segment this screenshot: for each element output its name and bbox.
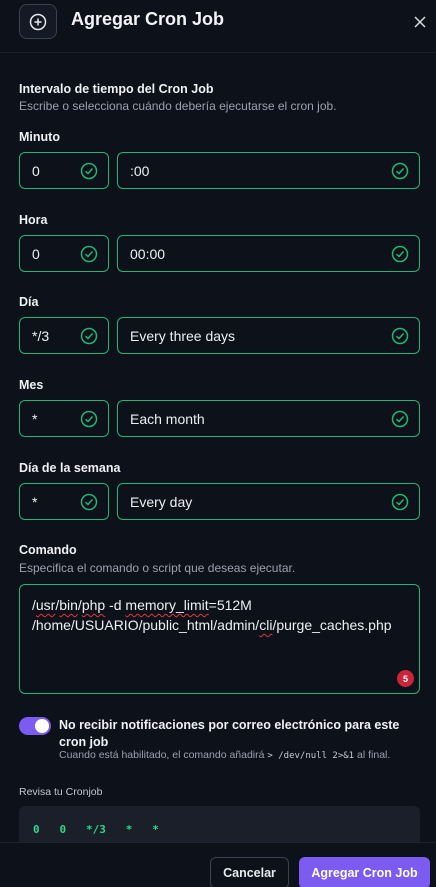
hour-label: Hora	[19, 213, 48, 227]
check-circle-icon	[391, 162, 409, 180]
weekday-input[interactable]: *	[19, 483, 109, 520]
check-circle-icon	[80, 327, 98, 345]
check-circle-icon	[80, 493, 98, 511]
command-textarea[interactable]: /usr/bin/php -d memory_limit=512M /home/…	[19, 584, 420, 694]
notifications-hint: Cuando está habilitado, el comando añadi…	[59, 749, 390, 761]
month-label: Mes	[19, 378, 44, 392]
error-count-badge[interactable]: 5	[397, 670, 414, 687]
check-circle-icon	[391, 410, 409, 428]
check-circle-icon	[80, 245, 98, 263]
notifications-label: No recibir notificaciones por correo ele…	[59, 718, 400, 749]
month-input[interactable]: *	[19, 400, 109, 437]
day-description-field[interactable]: Every three days	[117, 317, 420, 354]
month-description: Each month	[130, 410, 205, 427]
interval-title: Intervalo de tiempo del Cron Job	[19, 82, 214, 96]
spellcheck-word: bin	[59, 597, 78, 613]
check-circle-icon	[391, 493, 409, 511]
month-value: *	[32, 410, 38, 427]
check-circle-icon	[80, 410, 98, 428]
minute-label: Minuto	[19, 130, 60, 144]
notifications-toggle[interactable]	[19, 717, 51, 735]
hour-description-field[interactable]: 00:00	[117, 235, 420, 272]
dialog-footer: Cancelar Agregar Cron Job	[0, 842, 436, 887]
minute-value: 0	[32, 162, 40, 179]
command-title: Comando	[19, 543, 77, 557]
dialog-header: Agregar Cron Job	[0, 0, 436, 44]
command-text: =512M	[208, 597, 252, 613]
hint-text: Cuando está habilitado, el comando añadi…	[59, 749, 265, 761]
day-label: Día	[19, 295, 39, 309]
hint-text: al final.	[357, 749, 391, 761]
toggle-knob	[35, 719, 49, 733]
cancel-button[interactable]: Cancelar	[210, 857, 289, 887]
minute-input[interactable]: 0	[19, 152, 109, 189]
close-button[interactable]	[410, 12, 430, 32]
hour-description: 00:00	[130, 245, 166, 262]
review-label: Revisa tu Cronjob	[19, 786, 103, 798]
day-value: */3	[32, 327, 50, 344]
command-line-2: /home/USUARIO/public_html/admin/cli/purg…	[32, 615, 407, 635]
add-cron-job-button[interactable]: Agregar Cron Job	[299, 857, 430, 887]
minute-description: :00	[130, 162, 150, 179]
spellcheck-word: php	[81, 597, 106, 613]
interval-description: Escribe o selecciona cuándo debería ejec…	[19, 99, 337, 113]
month-description-field[interactable]: Each month	[117, 400, 420, 437]
spellcheck-word: memory_limit	[125, 597, 209, 613]
check-circle-icon	[391, 245, 409, 263]
weekday-description-field[interactable]: Every day	[117, 483, 420, 520]
close-icon	[414, 16, 426, 28]
hour-value: 0	[32, 245, 40, 262]
weekday-description: Every day	[130, 493, 193, 510]
check-circle-icon	[80, 162, 98, 180]
weekday-value: *	[32, 493, 38, 510]
dialog-title: Agregar Cron Job	[71, 9, 225, 29]
command-line-1: /usr/bin/php -d memory_limit=512M	[32, 595, 407, 615]
weekday-label: Día de la semana	[19, 461, 121, 475]
command-text: -d	[105, 597, 126, 613]
spellcheck-word: cli	[259, 617, 273, 633]
command-text: /purge_caches.php	[272, 617, 392, 633]
plus-circle-icon	[19, 4, 57, 39]
day-input[interactable]: */3	[19, 317, 109, 354]
spellcheck-word: usr	[35, 597, 56, 613]
cron-expression: 0 0 */3 * *	[33, 823, 159, 836]
hour-input[interactable]: 0	[19, 235, 109, 272]
day-description: Every three days	[130, 327, 236, 344]
minute-description-field[interactable]: :00	[117, 152, 420, 189]
check-circle-icon	[391, 327, 409, 345]
command-description: Especifica el comando o script que desea…	[19, 561, 296, 575]
hint-code: > /dev/null 2>&1	[267, 751, 355, 761]
cron-preview: 0 0 */3 * *	[19, 806, 420, 846]
header-divider	[0, 52, 436, 53]
command-text: /home/USUARIO/public_html/admin/	[32, 617, 260, 633]
